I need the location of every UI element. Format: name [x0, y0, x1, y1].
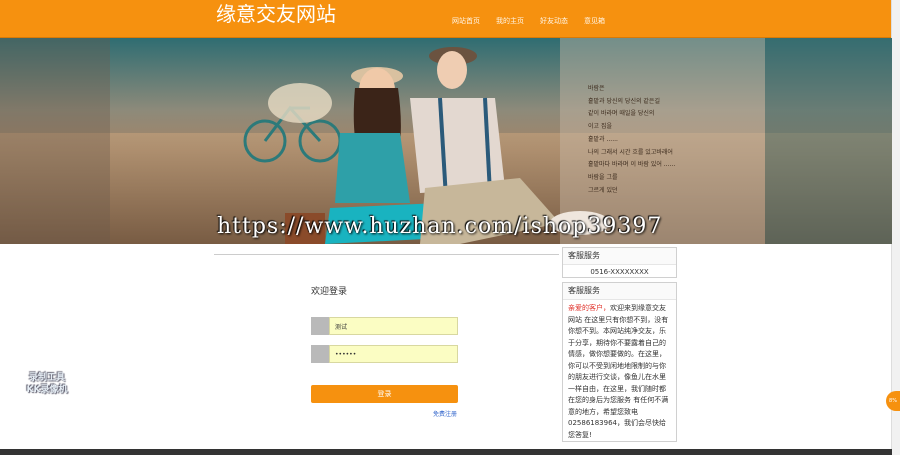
nav-friend-activity[interactable]: 好友动态: [540, 16, 568, 26]
nav-my-page[interactable]: 我的主页: [496, 16, 524, 26]
password-field: [311, 345, 458, 363]
poem-line: 흩밭마다 바라며 이 바람 있어 ......: [588, 161, 676, 169]
username-input[interactable]: [329, 317, 458, 335]
service-box-title: 客服服务: [563, 248, 676, 265]
service-box: 客服服务 0516-XXXXXXXX: [562, 247, 677, 278]
about-body: 欢迎来到缘意交友网站 在这里只有你想不到，没有你想不到。本网站纯净交友，乐于分享…: [568, 304, 669, 439]
recorder-watermark: 录制工具 KK录像机: [16, 372, 78, 396]
poem-line: 나의 그래서 시간 흐를 있고바래어: [588, 148, 673, 156]
recorder-line: KK录像机: [26, 385, 68, 395]
main-nav: 网站首页 我的主页 好友动态 意见箱: [452, 16, 621, 26]
nav-feedback[interactable]: 意见箱: [584, 16, 605, 26]
nav-home[interactable]: 网站首页: [452, 16, 480, 26]
about-box-text: 亲爱的客户，欢迎来到缘意交友网站 在这里只有你想不到，没有你想不到。本网站纯净交…: [563, 300, 676, 444]
user-icon: [311, 317, 329, 335]
flower-basket: [268, 83, 332, 123]
about-box-title: 客服服务: [563, 283, 676, 300]
floating-widget-button[interactable]: 8%: [886, 391, 900, 411]
url-watermark: https://www.huzhan.com/ishop39397: [217, 214, 663, 239]
lock-icon: [311, 345, 329, 363]
content-divider: [214, 254, 559, 255]
banner-poem: 바람은 흩밭과 당신의 당신의 같은길 같이 바라며 때일을 당신의 이고 집을…: [588, 83, 675, 197]
poem-line: 흩밭과 당신의 당신의 같은길: [588, 97, 660, 105]
poem-line: 같이 바라며 때일을 당신의: [588, 110, 655, 118]
poem-line: 흩밭과 ......: [588, 135, 618, 143]
about-box: 客服服务 亲爱的客户，欢迎来到缘意交友网站 在这里只有你想不到，没有你想不到。本…: [562, 282, 677, 442]
recorder-line: 录制工具: [28, 373, 65, 383]
service-phone: 0516-XXXXXXXX: [590, 268, 649, 276]
poem-line: 그르게 있던: [588, 186, 618, 194]
login-button[interactable]: 登录: [311, 385, 458, 403]
site-header: 缘意交友网站 网站首页 我的主页 好友动态 意见箱: [0, 0, 892, 38]
about-lead: 亲爱的客户，: [568, 304, 610, 312]
bottom-taskbar: [0, 449, 892, 455]
login-title: 欢迎登录: [311, 287, 348, 297]
poem-line: 바람을 그를: [588, 173, 618, 181]
page-scrollbar[interactable]: [891, 0, 900, 455]
poem-line: 바람은: [588, 85, 605, 92]
site-title[interactable]: 缘意交友网站: [216, 2, 336, 26]
username-field: [311, 317, 458, 335]
register-link[interactable]: 免费注册: [433, 409, 457, 418]
password-input[interactable]: [329, 345, 458, 363]
poem-line: 이고 집을: [588, 123, 612, 131]
